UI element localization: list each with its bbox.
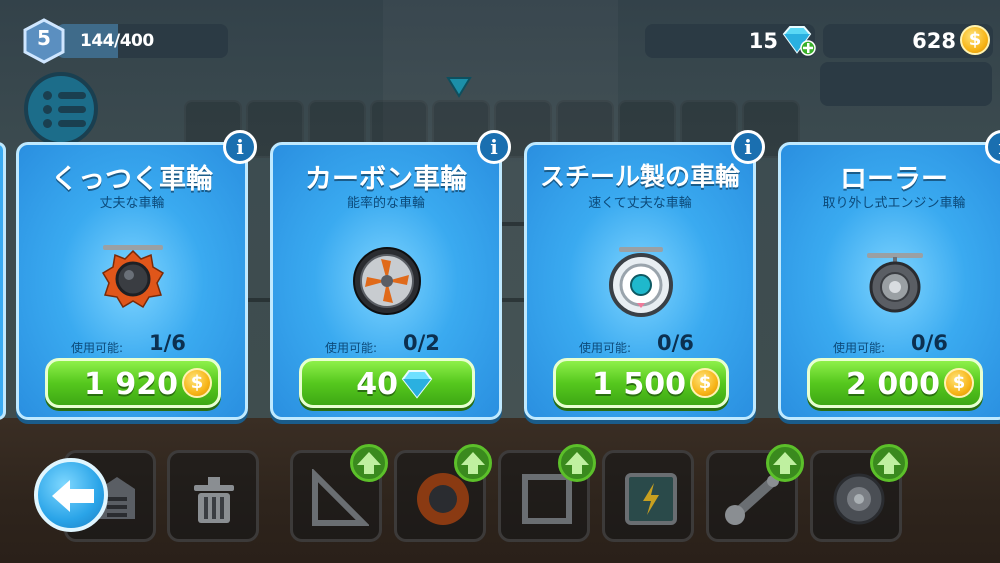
availability-label: 使用可能: — [579, 341, 632, 355]
trash-icon — [194, 477, 234, 523]
upgrade-badge[interactable] — [558, 444, 596, 482]
price-label: 40 — [356, 367, 398, 402]
buy-button[interactable]: 40 — [299, 358, 475, 408]
upgrade-badge[interactable] — [766, 444, 804, 482]
price-label: 1 920 — [84, 367, 178, 402]
info-button[interactable]: i — [223, 130, 257, 164]
sticky-wheel-icon — [101, 245, 165, 309]
buy-button[interactable]: 1 920 $ — [45, 358, 221, 408]
card-title: ローラー — [840, 164, 948, 195]
availability-label: 使用可能: — [71, 341, 124, 355]
part-slot-engine[interactable] — [602, 450, 694, 542]
player-level: 5 — [37, 26, 51, 50]
info-button[interactable]: i — [477, 130, 511, 164]
buy-button[interactable]: 2 000 $ — [807, 358, 983, 408]
card-title: スチール製の車輪 — [539, 162, 740, 191]
price-label: 1 500 — [592, 367, 686, 402]
availability-label: 使用可能: — [325, 341, 378, 355]
back-button[interactable] — [34, 458, 108, 532]
up-arrow-icon — [565, 452, 589, 474]
back-arrow-icon — [52, 480, 94, 512]
availability-value: 0/6 — [911, 331, 948, 355]
wheel-card-carbon[interactable]: カーボン車輪 能率的な車輪 使用可能: 0/2 40 — [270, 142, 502, 420]
gems-count: 15 — [748, 29, 778, 53]
card-title: くっつく車輪 — [51, 164, 213, 195]
wheel-card-steel[interactable]: スチール製の車輪 速くて丈夫な車輪 使用可能: 0/6 1 500 $ — [524, 142, 756, 420]
availability-value: 1/6 — [149, 331, 186, 355]
hud-empty-box — [820, 62, 992, 106]
wheel-card-sticky[interactable]: くっつく車輪 丈夫な車輪 使用可能: 1/6 1 920 $ — [16, 142, 248, 420]
xp-text: 144/400 — [80, 31, 154, 51]
add-gems-button[interactable] — [780, 24, 816, 56]
coin-icon: $ — [690, 368, 720, 398]
wheel-card-roller[interactable]: ローラー 取り外し式エンジン車輪 使用可能: 0/6 2 000 $ — [778, 142, 1000, 420]
price-label: 2 000 — [846, 367, 940, 402]
up-arrow-icon — [877, 452, 901, 474]
upgrade-badge[interactable] — [870, 444, 908, 482]
coins-count: 628 — [912, 29, 956, 53]
coin-icon: $ — [182, 368, 212, 398]
info-button[interactable]: i — [731, 130, 765, 164]
card-subtitle: 速くて丈夫な車輪 — [588, 196, 692, 211]
up-arrow-icon — [773, 452, 797, 474]
placement-marker-icon — [446, 77, 472, 98]
up-arrow-icon — [357, 452, 381, 474]
roller-wheel-icon — [867, 253, 923, 313]
availability-label: 使用可能: — [833, 341, 886, 355]
card-edge-left — [0, 142, 6, 420]
availability-value: 0/2 — [403, 331, 440, 355]
card-title: カーボン車輪 — [305, 164, 467, 195]
availability-value: 0/6 — [657, 331, 694, 355]
up-arrow-icon — [461, 452, 485, 474]
buy-button[interactable]: 1 500 $ — [553, 358, 729, 408]
coin-icon: $ — [960, 25, 990, 55]
card-subtitle: 能率的な車輪 — [346, 196, 425, 211]
card-subtitle: 取り外し式エンジン車輪 — [822, 196, 966, 211]
menu-button[interactable] — [24, 72, 98, 146]
engine-icon — [625, 473, 677, 525]
coin-icon: $ — [944, 368, 974, 398]
trash-button[interactable] — [167, 450, 259, 542]
upgrade-badge[interactable] — [350, 444, 388, 482]
upgrade-badge[interactable] — [454, 444, 492, 482]
steel-wheel-icon — [609, 247, 673, 317]
card-subtitle: 丈夫な車輪 — [99, 196, 165, 211]
carbon-wheel-icon — [353, 247, 421, 315]
diamond-icon — [401, 370, 433, 399]
